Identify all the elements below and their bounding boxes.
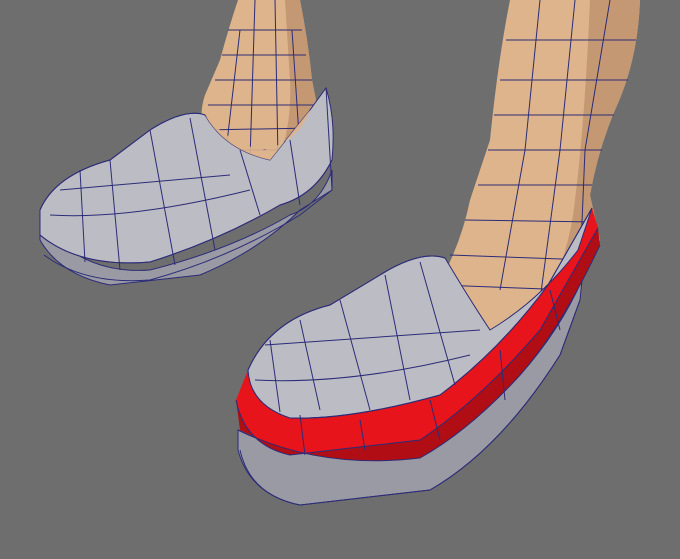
viewport-canvas[interactable] <box>0 0 680 559</box>
3d-viewport[interactable] <box>0 0 680 559</box>
